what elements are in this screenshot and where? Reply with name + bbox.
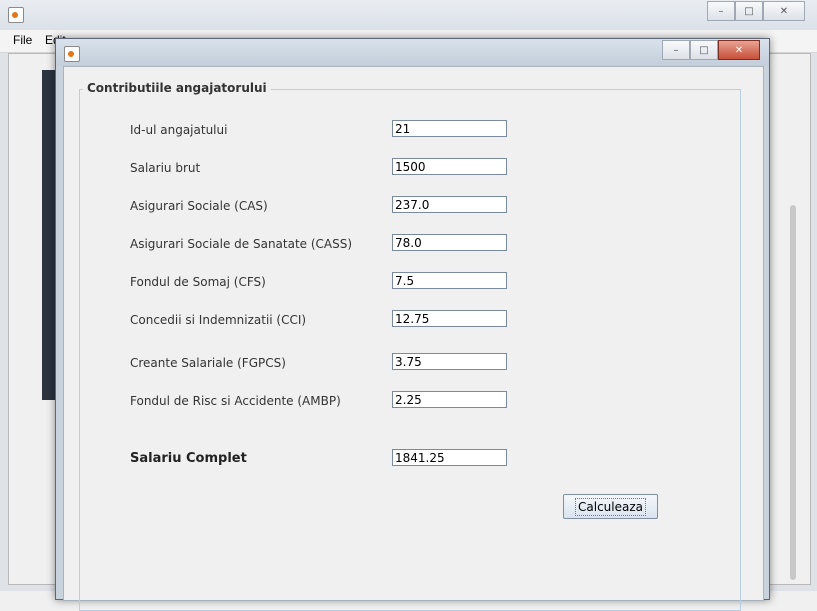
dialog-window-controls: – □ ✕	[662, 40, 760, 60]
label-cci: Concedii si Indemnizatii (CCI)	[130, 313, 307, 327]
main-titlebar[interactable]: – □ ✕	[0, 0, 817, 30]
close-icon[interactable]: ✕	[718, 40, 760, 60]
cass-field[interactable]	[392, 234, 507, 251]
label-fgpcs: Creante Salariale (FGPCS)	[130, 356, 286, 370]
cas-field[interactable]	[392, 196, 507, 213]
label-ambp: Fondul de Risc si Accidente (AMBP)	[130, 394, 341, 408]
java-cup-icon	[8, 7, 24, 23]
total-salary-field[interactable]	[392, 449, 507, 466]
cfs-field[interactable]	[392, 272, 507, 289]
ambp-field[interactable]	[392, 391, 507, 408]
dialog-titlebar[interactable]: – □ ✕	[56, 39, 769, 66]
label-total-salary: Salariu Complet	[130, 451, 247, 466]
dialog-body: Contributiile angajatorului Id-ul angaja…	[63, 66, 764, 611]
gross-salary-field[interactable]	[392, 158, 507, 175]
scrollbar[interactable]	[790, 205, 796, 580]
calculate-button[interactable]: Calculeaza	[563, 494, 658, 519]
label-gross-salary: Salariu brut	[130, 161, 201, 175]
label-cass: Asigurari Sociale de Sanatate (CASS)	[130, 237, 353, 251]
label-cas: Asigurari Sociale (CAS)	[130, 199, 268, 213]
contributions-dialog: – □ ✕ Contributiile angajatorului Id-ul …	[55, 38, 770, 611]
calculate-button-label: Calculeaza	[575, 497, 646, 516]
cci-field[interactable]	[392, 310, 507, 327]
contributions-group: Contributiile angajatorului Id-ul angaja…	[79, 81, 741, 611]
close-icon[interactable]: ✕	[763, 1, 805, 21]
minimize-icon[interactable]: –	[662, 40, 690, 60]
minimize-icon[interactable]: –	[707, 1, 735, 21]
label-employee-id: Id-ul angajatului	[130, 123, 228, 137]
main-window-controls: – □ ✕	[707, 1, 805, 21]
group-title: Contributiile angajatorului	[83, 81, 271, 95]
label-cfs: Fondul de Somaj (CFS)	[130, 275, 266, 289]
fgpcs-field[interactable]	[392, 353, 507, 370]
maximize-icon[interactable]: □	[735, 1, 763, 21]
employee-id-field[interactable]	[392, 120, 507, 137]
maximize-icon[interactable]: □	[690, 40, 718, 60]
java-cup-icon	[64, 46, 80, 62]
menu-file[interactable]: File	[13, 33, 32, 47]
